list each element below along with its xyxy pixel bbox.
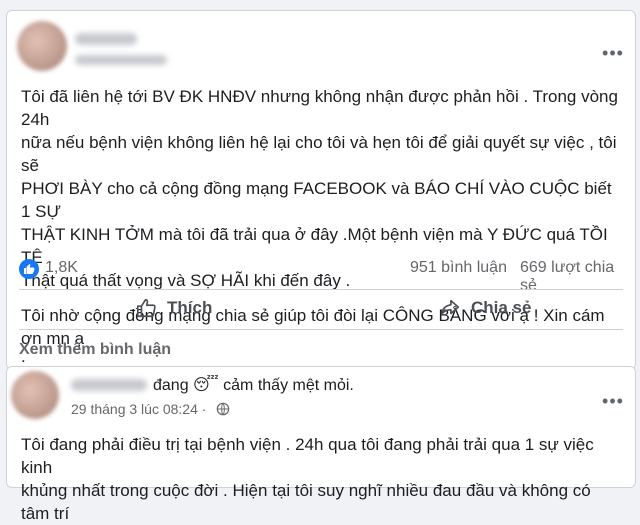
status-text: đang 😴 cảm thấy mệt mỏi. xyxy=(153,377,354,394)
see-more-comments-link[interactable]: Xem thêm bình luận xyxy=(19,341,171,359)
divider xyxy=(19,329,623,330)
author-name-blurred[interactable] xyxy=(71,379,147,391)
more-horizontal-icon[interactable]: ••• xyxy=(601,389,625,413)
avatar[interactable] xyxy=(11,371,59,419)
more-horizontal-icon[interactable]: ••• xyxy=(601,41,625,65)
divider xyxy=(19,289,623,290)
post-text-line: nữa nếu bệnh viện không liên hệ lại cho … xyxy=(21,133,617,175)
post-body: Tôi đang phải điều trị tại bệnh viện . 2… xyxy=(21,433,621,525)
author-name-blurred[interactable] xyxy=(75,33,137,45)
post-body: Tôi đã liên hệ tới BV ĐK HNĐV nhưng khôn… xyxy=(21,85,621,365)
post-text-line: Tôi đang phải điều trị tại bệnh viện . 2… xyxy=(21,435,594,477)
avatar[interactable] xyxy=(17,21,67,71)
post-card: đang 😴 cảm thấy mệt mỏi. ••• 29 tháng 3 … xyxy=(6,366,636,523)
comment-count[interactable]: 951 bình luận xyxy=(410,259,507,277)
post-text-line: PHƠI BÀY cho cả cộng đồng mạng FACEBOOK … xyxy=(21,179,612,221)
reaction-count[interactable]: 1,8K xyxy=(45,259,78,277)
post-text-line: Tôi đã liên hệ tới BV ĐK HNĐV nhưng khôn… xyxy=(21,87,618,129)
post-meta-blurred xyxy=(75,55,167,65)
post-timestamp[interactable]: 29 tháng 3 lúc 08:24 · xyxy=(71,401,206,417)
post-text-line: khủng nhất trong cuộc đời . Hiện tại tôi… xyxy=(21,481,591,523)
like-outline-icon xyxy=(135,297,157,319)
thumbs-up-icon[interactable] xyxy=(19,259,39,279)
post-card: ••• Tôi đã liên hệ tới BV ĐK HNĐV nhưng … xyxy=(6,10,636,370)
globe-icon xyxy=(216,402,230,421)
share-label: Chia sẻ xyxy=(471,298,532,317)
like-label: Thích xyxy=(167,298,213,317)
share-button[interactable]: Chia sẻ xyxy=(439,295,531,321)
like-button[interactable]: Thích xyxy=(135,295,212,321)
share-icon xyxy=(439,297,461,319)
